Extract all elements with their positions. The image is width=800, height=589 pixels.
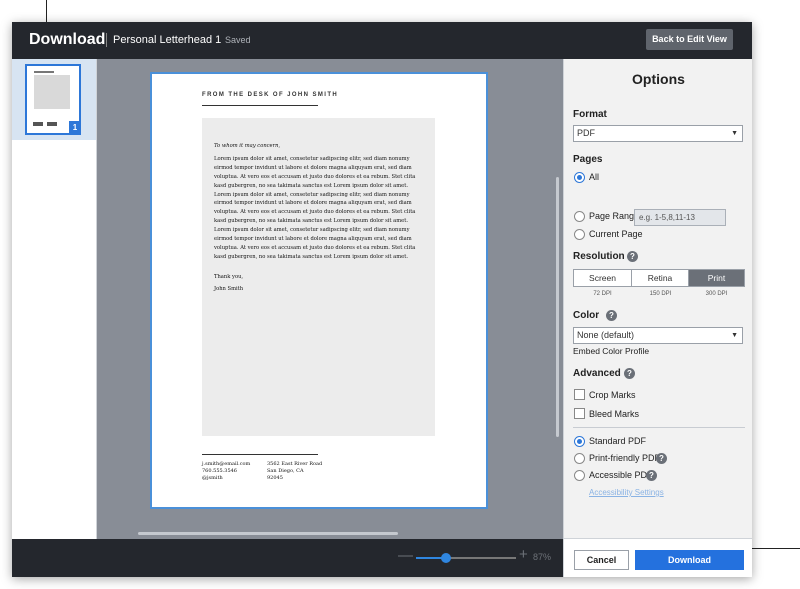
chevron-down-icon: ▼ (731, 332, 738, 339)
print-dpi: 300 DPI (705, 291, 728, 297)
thumbnail-page-number: 1 (69, 121, 81, 134)
retina-dpi: 150 DPI (649, 291, 672, 297)
embed-color-profile-label: Embed Color Profile (573, 346, 650, 356)
bleed-marks-label[interactable]: Bleed Marks (589, 409, 639, 419)
color-help-icon[interactable]: ? (606, 310, 617, 321)
document-name: Personal Letterhead 1 (113, 34, 222, 46)
vertical-scrollbar[interactable] (556, 177, 559, 437)
letter-signature: John Smith (214, 285, 244, 292)
color-select[interactable]: None (default) ▼ (573, 327, 743, 344)
letter-greeting: To whom it may concern, (214, 143, 281, 149)
download-dialog: Download Personal Letterhead 1 Saved Bac… (12, 22, 752, 577)
resolution-screen-option[interactable]: Screen (574, 270, 632, 286)
pages-all-label[interactable]: All (589, 172, 599, 182)
resolution-retina-option[interactable]: Retina (632, 270, 689, 286)
zoom-slider-handle[interactable] (441, 553, 451, 563)
bleed-marks-checkbox[interactable] (574, 408, 585, 419)
header-rule (202, 105, 318, 106)
pages-current-label[interactable]: Current Page (589, 229, 643, 239)
options-footer: Cancel Download (564, 538, 752, 577)
thumbnail-footer-right (47, 122, 57, 126)
letter-header: FROM THE DESK OF JOHN SMITH (202, 92, 339, 98)
pages-current-radio[interactable] (574, 229, 585, 240)
save-status: Saved (225, 35, 251, 45)
thumbnail-header-line (34, 71, 54, 73)
resolution-print-option[interactable]: Print (689, 270, 744, 286)
footer-handle: @jsmith (202, 475, 223, 481)
horizontal-scrollbar[interactable] (138, 532, 398, 535)
advanced-divider (573, 427, 745, 428)
zoom-out-button[interactable]: — (398, 547, 413, 564)
color-value: None (default) (577, 330, 635, 340)
cancel-button[interactable]: Cancel (574, 550, 629, 570)
download-button[interactable]: Download (635, 550, 744, 570)
letter-closing: Thank you, (214, 273, 244, 280)
thumbnail-body-block (34, 75, 70, 109)
pages-label: Pages (573, 154, 603, 165)
letter-page-preview: FROM THE DESK OF JOHN SMITH To whom it m… (150, 72, 488, 509)
thumbnail-footer-left (33, 122, 43, 126)
thumbnail-selected-row[interactable]: 1 (12, 59, 96, 140)
crop-marks-checkbox[interactable] (574, 389, 585, 400)
page-title: Download (29, 31, 106, 48)
footer-phone: 760.555.3546 (202, 468, 237, 474)
crop-marks-label[interactable]: Crop Marks (589, 390, 636, 400)
format-select[interactable]: PDF ▼ (573, 125, 743, 142)
footer-city: San Diego, CA (267, 468, 304, 474)
print-friendly-pdf-radio[interactable] (574, 453, 585, 464)
page-thumbnails-panel: 1 (12, 59, 97, 539)
resolution-help-icon[interactable]: ? (627, 251, 638, 262)
zoom-bar: — + 87% (12, 539, 563, 577)
resolution-label: Resolution (573, 251, 625, 262)
format-label: Format (573, 109, 607, 120)
options-panel: Options Format PDF ▼ Pages All Page Rang… (563, 59, 752, 577)
standard-pdf-radio[interactable] (574, 436, 585, 447)
screen-dpi: 72 DPI (593, 291, 612, 297)
zoom-slider[interactable] (416, 553, 516, 563)
back-to-edit-button[interactable]: Back to Edit View (646, 29, 733, 50)
advanced-help-icon[interactable]: ? (624, 368, 635, 379)
footer-email: j.smith@email.com (202, 461, 251, 467)
footer-contact: j.smith@email.com 760.555.3546 @jsmith (202, 461, 250, 482)
title-divider (106, 33, 107, 47)
zoom-in-button[interactable]: + (519, 546, 528, 563)
accessible-pdf-radio[interactable] (574, 470, 585, 481)
color-label: Color (573, 310, 600, 321)
footer-zip: 92045 (267, 475, 283, 481)
pages-range-label[interactable]: Page Range (589, 211, 639, 221)
preview-canvas: FROM THE DESK OF JOHN SMITH To whom it m… (97, 59, 563, 539)
top-bar: Download Personal Letterhead 1 Saved Bac… (12, 22, 752, 59)
letter-body-block: To whom it may concern, Lorem ipsum dolo… (202, 118, 435, 436)
accessible-pdf-help-icon[interactable]: ? (646, 470, 657, 481)
footer-address: 3562 East River Road San Diego, CA 92045 (267, 461, 322, 482)
accessible-pdf-label[interactable]: Accessible PDF (589, 470, 653, 480)
pages-all-radio[interactable] (574, 172, 585, 183)
standard-pdf-label[interactable]: Standard PDF (589, 436, 646, 446)
advanced-label: Advanced (573, 368, 621, 379)
pages-range-radio[interactable] (574, 211, 585, 222)
letter-paragraph: Lorem ipsum dolor sit amet, consetetur s… (214, 155, 416, 260)
print-friendly-pdf-label[interactable]: Print-friendly PDF (589, 453, 660, 463)
page-range-input[interactable]: e.g. 1-5,8,11-13 (634, 209, 726, 226)
resolution-segmented-control: Screen Retina Print (573, 269, 745, 287)
format-value: PDF (577, 128, 595, 138)
print-friendly-help-icon[interactable]: ? (656, 453, 667, 464)
zoom-level: 87% (533, 552, 552, 562)
chevron-down-icon: ▼ (731, 130, 738, 137)
footer-street: 3562 East River Road (267, 461, 323, 467)
footer-rule (202, 454, 318, 455)
options-title: Options (632, 71, 685, 87)
accessibility-settings-link[interactable]: Accessibility Settings (589, 488, 664, 497)
